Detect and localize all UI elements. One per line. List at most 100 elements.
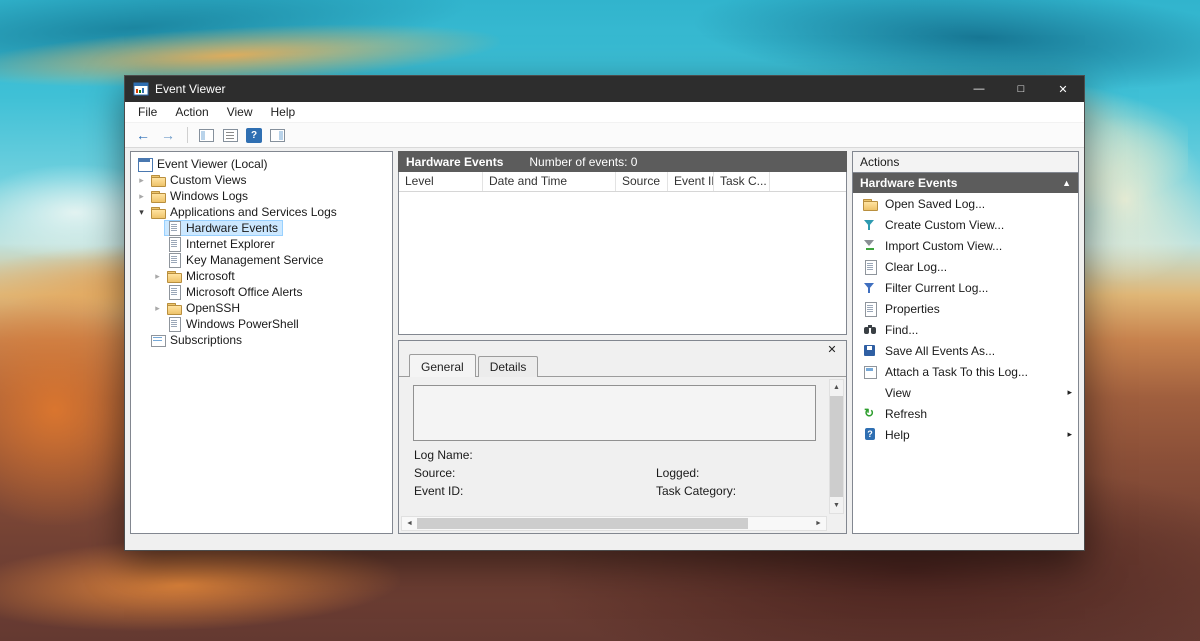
log-icon [166,317,182,332]
folder-icon [166,301,182,315]
tree-item-windows-logs[interactable]: ▸ Windows Logs [131,188,392,204]
expand-arrow-icon[interactable]: ▸ [135,188,148,204]
tree-item-label: Windows PowerShell [186,317,299,331]
column-header-date-and-time[interactable]: Date and Time [483,172,616,191]
tree-item-event-viewer-local[interactable]: Event Viewer (Local) [131,156,392,172]
save-all-events-icon [862,344,878,358]
log-icon [166,285,182,300]
events-list: LevelDate and TimeSourceEvent IDTask C..… [398,172,847,335]
scroll-up-icon[interactable]: ▲ [829,380,844,395]
actions-list: Open Saved Log... Create Custom View... Im… [853,193,1078,445]
show-hide-console-tree-icon[interactable] [198,128,215,143]
import-custom-view-icon [862,239,878,253]
tree-item-label: Subscriptions [170,333,243,347]
tab-details[interactable]: Details [477,356,539,377]
scroll-down-icon[interactable]: ▼ [829,498,844,513]
action-attach-a-task-to-this-log[interactable]: Attach a Task To this Log... [853,361,1078,382]
expand-arrow-icon[interactable]: ▸ [135,172,148,188]
maximize-icon[interactable]: □ [1000,76,1042,102]
preview-vertical-scrollbar[interactable]: ▲ ▼ [829,379,844,514]
events-panel-header: Hardware Events Number of events: 0 [398,151,847,172]
action-create-custom-view[interactable]: Create Custom View... [853,214,1078,235]
field-label-logged: Logged: [656,466,700,480]
event-viewer-icon [137,157,153,172]
preview-horizontal-scrollbar[interactable]: ◄ ► [401,516,827,531]
field-label-source: Source: [414,466,456,480]
event-fields: Log Name: Source: Logged: Event ID: Task Cat… [414,448,802,502]
expand-arrow-icon[interactable]: ▸ [151,300,164,316]
action-clear-log[interactable]: Clear Log... [853,256,1078,277]
action-refresh[interactable]: Refresh [853,403,1078,424]
action-properties[interactable]: Properties [853,298,1078,319]
minimize-icon[interactable]: — [958,76,1000,102]
expand-arrow-icon[interactable]: ▸ [151,268,164,284]
tree-item-inner: Subscriptions [148,332,247,348]
action-open-saved-log[interactable]: Open Saved Log... [853,193,1078,214]
log-icon [166,253,182,268]
preview-close-icon[interactable]: ✕ [824,343,840,356]
column-header-level[interactable]: Level [399,172,483,191]
menu-action[interactable]: Action [166,102,217,122]
tree-item-label: Microsoft [186,269,235,283]
scroll-left-icon[interactable]: ◄ [402,516,417,531]
preview-body: Log Name: Source: Logged: Event ID: Task Cat… [399,376,846,533]
back-icon[interactable]: ← [134,128,152,142]
properties-toolbar-icon[interactable] [222,128,239,143]
scroll-right-icon[interactable]: ► [811,516,826,531]
collapse-arrow-icon[interactable]: ▾ [135,204,148,220]
events-empty-area[interactable] [399,192,846,334]
menu-help[interactable]: Help [262,102,305,122]
action-find[interactable]: Find... [853,319,1078,340]
column-header-task-c[interactable]: Task C... [714,172,770,191]
tree-item-applications-and-services-logs[interactable]: ▾ Applications and Services Logs [131,204,392,220]
title-bar[interactable]: Event Viewer — □ ✕ [125,76,1084,102]
action-label: Find... [885,322,919,337]
menu-bar: File Action View Help [125,102,1084,123]
vertical-scroll-thumb[interactable] [830,396,843,497]
tree-item-custom-views[interactable]: ▸ Custom Views [131,172,392,188]
menu-view[interactable]: View [218,102,262,122]
actions-section-header[interactable]: Hardware Events ▲ [853,173,1078,193]
action-import-custom-view[interactable]: Import Custom View... [853,235,1078,256]
toolbar: ← → ? [125,123,1084,148]
action-view[interactable]: View ▸ [853,382,1078,403]
tree-item-windows-powershell[interactable]: Windows PowerShell [131,316,392,332]
column-header-event-id[interactable]: Event ID [668,172,714,191]
tab-general[interactable]: General [409,354,476,377]
folder-icon [166,269,182,283]
close-icon[interactable]: ✕ [1042,76,1084,102]
horizontal-scroll-thumb[interactable] [417,518,748,529]
action-filter-current-log[interactable]: Filter Current Log... [853,277,1078,298]
tree-item-inner: Key Management Service [164,252,328,268]
action-label: Clear Log... [885,259,948,274]
column-header-source[interactable]: Source [616,172,668,191]
tree-item-subscriptions[interactable]: Subscriptions [131,332,392,348]
menu-file[interactable]: File [129,102,166,122]
action-save-all-events-as[interactable]: Save All Events As... [853,340,1078,361]
preview-pane: ✕ General Details Log Name: Source: Logged:… [398,340,847,534]
horizontal-scroll-track[interactable] [417,517,811,530]
open-saved-log-icon [862,197,878,211]
tree-item-internet-explorer[interactable]: Internet Explorer [131,236,392,252]
tree-item-hardware-events[interactable]: Hardware Events [131,220,392,236]
show-hide-action-pane-icon[interactable] [269,128,286,143]
submenu-arrow-icon: ▸ [1067,429,1072,439]
tree-item-label: Hardware Events [186,221,279,235]
tree-item-key-management-service[interactable]: Key Management Service [131,252,392,268]
tree-item-microsoft[interactable]: ▸ Microsoft [131,268,392,284]
collapse-section-icon[interactable]: ▲ [1062,178,1071,188]
tree-item-label: Applications and Services Logs [170,205,337,219]
tree-item-label: Windows Logs [170,189,249,203]
action-help[interactable]: Help ▸ [853,424,1078,445]
action-label: Attach a Task To this Log... [885,364,1028,379]
action-label: Import Custom View... [885,238,1003,253]
action-label: Open Saved Log... [885,196,986,211]
forward-icon[interactable]: → [159,128,177,142]
tree-item-inner: Microsoft Office Alerts [164,284,307,300]
filter-current-log-icon [862,281,878,295]
tree-item-microsoft-office-alerts[interactable]: Microsoft Office Alerts [131,284,392,300]
tree-item-inner: Event Viewer (Local) [135,156,273,172]
field-row: Event ID: Task Category: [414,484,802,502]
help-toolbar-icon[interactable]: ? [246,127,262,143]
tree-item-openssh[interactable]: ▸ OpenSSH [131,300,392,316]
